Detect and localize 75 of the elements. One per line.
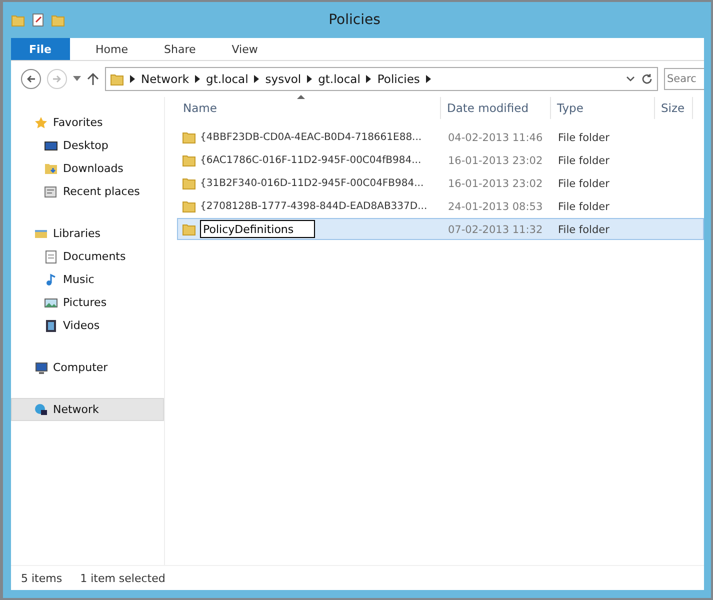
back-arrow-icon (26, 74, 36, 84)
chevron-icon (307, 75, 312, 83)
nav-item[interactable]: Libraries (11, 222, 164, 245)
recent-places-icon (44, 184, 58, 198)
dropdown-icon[interactable] (626, 76, 635, 82)
breadcrumb[interactable]: sysvol (265, 72, 302, 86)
selection-count: 1 item selected (80, 572, 166, 584)
folder-icon (11, 14, 25, 26)
nav-item[interactable]: Desktop (11, 134, 164, 157)
file-name: {31B2F340-016D-11D2-945F-00C04FB984... (200, 178, 424, 188)
date-modified: 07-02-2013 11:32 (448, 224, 543, 236)
nav-item[interactable]: Downloads (11, 157, 164, 180)
music-note-icon (44, 272, 58, 286)
film-icon (44, 318, 58, 332)
file-type: File folder (558, 200, 610, 212)
file-row[interactable]: {2708128B-1777-4398-844D-EAD8AB337D... 24-01-2013 08:53 File folder (177, 195, 704, 217)
file-tab[interactable]: File (11, 38, 70, 60)
refresh-icon[interactable] (641, 73, 653, 85)
file-type: File folder (558, 224, 610, 236)
folder-icon (182, 200, 196, 212)
picture-icon (44, 296, 58, 310)
file-row[interactable]: {31B2F340-016D-11D2-945F-00C04FB984... 16-01-2013 23:02 File folder (177, 172, 704, 194)
breadcrumb[interactable]: gt.local (206, 72, 248, 86)
file-type: File folder (558, 154, 610, 166)
file-type: File folder (558, 132, 610, 144)
nav-item[interactable]: Computer (11, 356, 164, 379)
rename-field[interactable]: PolicyDefinitions (200, 220, 315, 238)
chevron-icon (366, 75, 372, 83)
back-button[interactable] (21, 69, 41, 89)
chevron-icon (254, 75, 260, 83)
date-modified: 16-01-2013 23:02 (448, 154, 543, 166)
network-icon (34, 402, 48, 416)
folder-icon (110, 72, 124, 86)
item-count: 5 items (21, 572, 62, 584)
nav-item[interactable]: Music (11, 268, 164, 291)
chevron-icon (130, 75, 135, 83)
dropdown-icon[interactable] (73, 76, 81, 82)
nav-item[interactable]: Videos (11, 314, 164, 337)
file-name: {6AC1786C-016F-11D2-945F-00C04fB984... (200, 154, 422, 166)
chevron-icon (426, 75, 431, 83)
star-icon (34, 116, 48, 130)
file-row[interactable]: PolicyDefinitions 07-02-2013 11:32 File folder (177, 218, 704, 240)
download-folder-icon (44, 162, 58, 176)
window-title: Policies (328, 12, 382, 28)
breadcrumb[interactable]: Policies (377, 72, 420, 86)
monitor-icon (44, 138, 58, 152)
file-type: File folder (558, 178, 610, 190)
up-arrow-icon[interactable] (87, 72, 99, 86)
file-row[interactable]: {6AC1786C-016F-11D2-945F-00C04fB984... 16-01-2013 23:02 File folder (177, 149, 704, 171)
nav-item[interactable]: Recent places (11, 180, 164, 203)
breadcrumb[interactable]: gt.local (318, 72, 360, 86)
sort-arrow-icon (297, 95, 305, 99)
date-modified: 04-02-2013 11:46 (448, 132, 543, 144)
computer-icon (34, 360, 48, 374)
properties-icon[interactable] (31, 13, 45, 27)
file-name: {4BBF23DB-CD0A-4EAC-B0D4-718661E88... (200, 132, 422, 142)
file-row[interactable]: {4BBF23DB-CD0A-4EAC-B0D4-718661E88... 04-02-2013 11:46 File folder (177, 126, 704, 148)
document-icon (44, 250, 58, 264)
folder-icon (182, 130, 196, 144)
file-name: {2708128B-1777-4398-844D-EAD8AB337D... (200, 200, 428, 212)
chevron-icon (195, 75, 200, 83)
search-field[interactable]: Searc (664, 68, 704, 90)
folder-icon (182, 154, 196, 166)
address-bar[interactable]: Network gt.local sysvol gt.local Policies (105, 67, 658, 91)
date-modified: 16-01-2013 23:02 (448, 178, 543, 190)
nav-item[interactable]: Network (11, 398, 164, 421)
folder-icon (182, 176, 196, 190)
forward-arrow-icon (52, 74, 62, 84)
breadcrumb[interactable]: Network (141, 72, 190, 86)
nav-item[interactable]: Pictures (11, 291, 164, 314)
date-modified: 24-01-2013 08:53 (448, 200, 543, 212)
new-folder-icon (51, 14, 65, 26)
nav-item[interactable]: Favorites (11, 111, 164, 134)
nav-item[interactable]: Documents (11, 245, 164, 268)
folder-icon (182, 222, 196, 236)
